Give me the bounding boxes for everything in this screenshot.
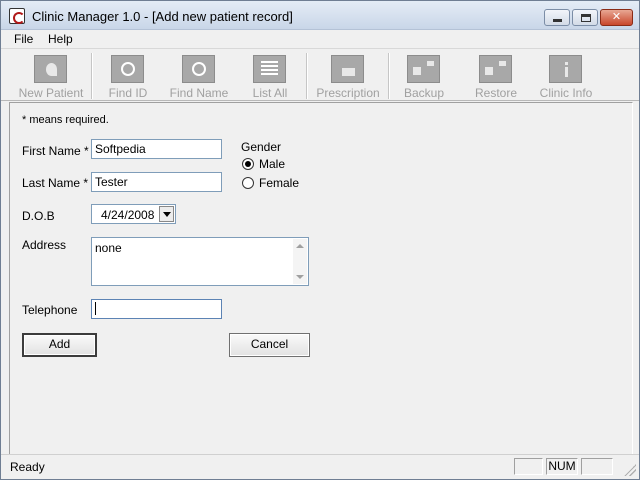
status-pane-caps	[514, 458, 543, 475]
gender-female-label[interactable]: Female	[259, 176, 299, 190]
prescription-button[interactable]: Prescription	[312, 51, 384, 100]
gender-male-radio[interactable]	[242, 158, 254, 170]
required-note: * means required.	[22, 114, 109, 126]
find-name-label: Find Name	[169, 86, 229, 100]
address-scrollbar[interactable]	[293, 239, 307, 284]
maximize-icon	[581, 14, 591, 22]
new-patient-icon	[34, 55, 67, 83]
menu-file[interactable]: File	[14, 32, 33, 46]
backup-button[interactable]: Backup	[397, 51, 451, 100]
chevron-down-icon[interactable]	[159, 206, 174, 222]
clinic-info-label: Clinic Info	[539, 86, 593, 100]
address-field[interactable]: none	[91, 237, 309, 286]
new-patient-button[interactable]: New Patient	[10, 51, 92, 100]
status-pane-num: NUM	[546, 458, 578, 475]
clinic-info-button[interactable]: Clinic Info	[534, 51, 598, 100]
info-icon	[549, 55, 582, 83]
telephone-label: Telephone	[22, 303, 78, 317]
last-name-field[interactable]: Tester	[91, 172, 222, 192]
backup-label: Backup	[403, 86, 445, 100]
list-all-label: List All	[252, 86, 288, 100]
status-bar: Ready NUM	[1, 454, 639, 479]
scroll-down-icon[interactable]	[296, 275, 304, 279]
add-button[interactable]: Add	[22, 333, 97, 357]
toolbar-separator	[91, 53, 93, 99]
address-value: none	[95, 241, 122, 255]
prescription-icon	[331, 55, 364, 83]
new-patient-label: New Patient	[18, 86, 84, 100]
find-id-icon	[111, 55, 144, 83]
restore-label: Restore	[474, 86, 518, 100]
list-all-button[interactable]: List All	[241, 51, 299, 100]
resize-grip-icon[interactable]	[624, 464, 636, 476]
backup-icon	[407, 55, 440, 83]
app-window: Clinic Manager 1.0 - [Add new patient re…	[0, 0, 640, 480]
menu-help[interactable]: Help	[48, 32, 73, 46]
status-pane-scroll	[581, 458, 613, 475]
close-button[interactable]: ✕	[600, 9, 633, 26]
find-name-icon	[182, 55, 215, 83]
gender-male-label[interactable]: Male	[259, 157, 285, 171]
clinic-app-icon[interactable]	[9, 8, 25, 24]
first-name-label: First Name *	[22, 144, 89, 158]
last-name-label: Last Name *	[22, 176, 89, 190]
gender-label: Gender	[241, 140, 282, 154]
minimize-icon	[553, 19, 562, 22]
find-name-button[interactable]: Find Name	[166, 51, 232, 100]
dob-date-picker[interactable]: 4/24/2008	[91, 204, 176, 224]
toolbar: New Patient Find ID Find Name List All P…	[1, 49, 639, 101]
window-title: Clinic Manager 1.0 - [Add new patient re…	[32, 9, 293, 24]
toolbar-separator	[306, 53, 308, 99]
address-label: Address	[22, 238, 67, 252]
gender-female-radio[interactable]	[242, 177, 254, 189]
find-id-label: Find ID	[108, 86, 148, 100]
prescription-label: Prescription	[316, 86, 380, 100]
minimize-button[interactable]	[544, 9, 570, 26]
list-all-icon	[253, 55, 286, 83]
menu-bar: File Help	[1, 30, 639, 49]
find-id-button[interactable]: Find ID	[98, 51, 158, 100]
title-bar[interactable]: Clinic Manager 1.0 - [Add new patient re…	[1, 1, 639, 30]
restore-button[interactable]: Restore	[469, 51, 523, 100]
text-caret	[95, 302, 96, 315]
cancel-button[interactable]: Cancel	[229, 333, 310, 357]
telephone-field[interactable]	[91, 299, 222, 319]
restore-icon	[479, 55, 512, 83]
toolbar-separator	[388, 53, 390, 99]
maximize-button[interactable]	[572, 9, 598, 26]
dob-value: 4/24/2008	[101, 208, 155, 222]
scroll-up-icon[interactable]	[296, 244, 304, 248]
first-name-field[interactable]: Softpedia	[91, 139, 222, 159]
status-text: Ready	[10, 460, 45, 474]
dob-label: D.O.B	[22, 209, 55, 223]
close-icon: ✕	[611, 11, 622, 23]
patient-form: * means required. First Name * Softpedia…	[9, 102, 633, 454]
